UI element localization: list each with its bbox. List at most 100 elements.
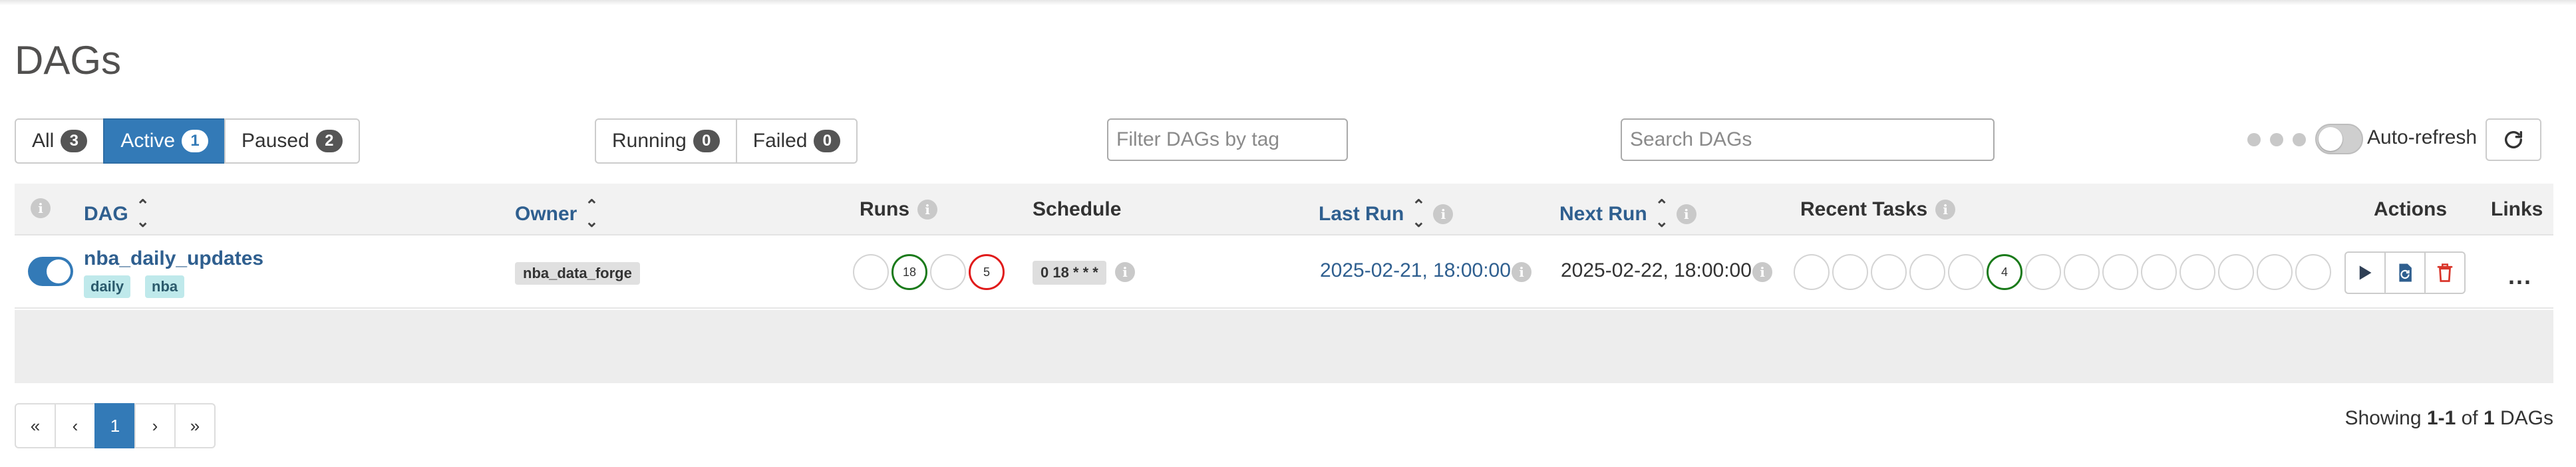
play-icon [2359,265,2372,280]
dag-tag-nba[interactable]: nba [145,275,185,298]
run-state-queued[interactable] [853,254,889,290]
table-header: i DAG ⌃ ⌄ Owner ⌃ ⌄ Runs i Schedule Last R… [15,184,2553,235]
autorefresh-label: Auto-refresh [2367,126,2478,148]
refresh-button[interactable] [2486,118,2541,161]
task-state-circle[interactable] [2179,254,2215,290]
run-state-running[interactable] [930,254,966,290]
trigger-dag-button[interactable] [2344,251,2386,294]
toggle-knob [47,259,71,283]
run-state-success[interactable]: 18 [891,254,927,290]
info-icon[interactable]: i [917,200,937,220]
loading-dot [2293,133,2306,146]
dag-link[interactable]: nba_daily_updates [84,247,263,270]
filter-failed-count: 0 [814,130,841,152]
header-runs: Runs i [860,198,937,221]
info-icon[interactable]: i [31,198,51,218]
run-state-failed[interactable]: 5 [969,254,1005,290]
toggle-knob [2319,127,2342,151]
dag-pause-toggle[interactable] [28,257,73,286]
last-run-link[interactable]: 2025-02-21, 18:00:00 [1320,259,1511,282]
filter-all-button[interactable]: All 3 [15,118,105,164]
page-current-button[interactable]: 1 [94,403,136,448]
header-links: Links [2491,198,2543,221]
table-empty-area [15,310,2553,383]
table-row: nba_daily_updates daily nba nba_data_for… [15,235,2553,309]
header-recent-tasks-label: Recent Tasks [1800,198,1928,220]
filter-all-count: 3 [61,130,88,152]
sort-icon: ⌃ ⌄ [1412,197,1426,231]
task-state-success[interactable]: 4 [1987,254,2022,290]
filter-paused-button[interactable]: Paused 2 [224,118,360,164]
page-last-button[interactable]: » [174,403,216,448]
tag-filter-input[interactable] [1107,118,1348,161]
trash-icon [2437,263,2453,282]
loading-dot [2270,133,2283,146]
info-icon[interactable]: i [1433,204,1454,224]
page-prev-button[interactable]: ‹ [55,403,96,448]
page-title: DAGs [15,38,122,82]
loading-dots [2247,133,2306,146]
filter-paused-label: Paused [242,130,309,152]
header-owner[interactable]: Owner ⌃ ⌄ [515,198,598,230]
info-icon[interactable]: i [1512,262,1531,282]
header-last-run[interactable]: Last Run ⌃ ⌄ i [1319,197,1454,231]
task-state-circle[interactable] [2102,254,2138,290]
top-shadow [0,0,2576,5]
search-input[interactable] [1621,118,1995,161]
showing-range: 1-1 [2426,407,2456,429]
status-filter-group: All 3 Active 1 Paused 2 [15,118,360,164]
header-schedule-label: Schedule [1033,198,1122,220]
filter-active-label: Active [120,130,176,152]
header-links-label: Links [2491,198,2543,220]
header-next-run[interactable]: Next Run ⌃ ⌄ i [1559,198,1696,230]
dag-tag-daily[interactable]: daily [84,275,131,298]
info-icon[interactable]: i [1676,204,1696,224]
header-dag[interactable]: DAG ⌃ ⌄ [84,198,150,230]
sort-icon: ⌃ ⌄ [1655,197,1669,231]
page-next-button[interactable]: › [134,403,176,448]
header-dag-label: DAG [84,203,128,225]
task-state-circle[interactable] [1948,254,1984,290]
info-icon[interactable]: i [1115,262,1135,282]
pagination: « ‹ 1 › » [15,403,216,448]
delete-dag-button[interactable] [2424,251,2466,294]
next-run-text: 2025-02-22, 18:00:00 [1561,259,1752,281]
task-state-circle[interactable] [2064,254,2100,290]
header-recent-tasks: Recent Tasks i [1800,198,1956,221]
refresh-dag-button[interactable] [2384,251,2426,294]
task-state-circle[interactable] [1832,254,1868,290]
header-actions: Actions [2374,198,2447,221]
header-owner-label: Owner [515,203,577,225]
sort-icon: ⌃ ⌄ [585,197,599,231]
showing-of: of [2456,407,2484,429]
showing-total: 1 [2483,407,2495,429]
task-state-circle[interactable] [2257,254,2293,290]
header-actions-label: Actions [2374,198,2448,220]
autorefresh-toggle[interactable] [2315,124,2363,154]
filter-paused-count: 2 [315,130,343,152]
task-state-circle[interactable] [2295,254,2331,290]
task-state-circle[interactable] [1871,254,1907,290]
filter-running-label: Running [612,130,687,152]
refresh-dag-icon [2399,263,2412,282]
filter-all-label: All [32,130,55,152]
filter-active-count: 1 [182,130,209,152]
header-info: i [31,198,51,218]
links-menu-button[interactable]: ... [2508,262,2532,290]
schedule-badge: 0 18 * * * [1033,261,1106,285]
task-state-circle[interactable] [1794,254,1830,290]
run-state-filter-group: Running 0 Failed 0 [595,118,858,164]
header-next-run-label: Next Run [1559,203,1647,225]
owner-link[interactable]: nba_data_forge [515,262,640,285]
task-state-circle[interactable] [1909,254,1945,290]
page-first-button[interactable]: « [15,403,56,448]
filter-active-button[interactable]: Active 1 [103,118,226,164]
sort-icon: ⌃ ⌄ [136,197,150,231]
info-icon[interactable]: i [1935,200,1956,220]
task-state-circle[interactable] [2218,254,2254,290]
filter-running-button[interactable]: Running 0 [595,118,737,164]
filter-failed-button[interactable]: Failed 0 [735,118,858,164]
task-state-circle[interactable] [2141,254,2177,290]
task-state-circle[interactable] [2025,254,2061,290]
info-icon[interactable]: i [1752,262,1772,282]
